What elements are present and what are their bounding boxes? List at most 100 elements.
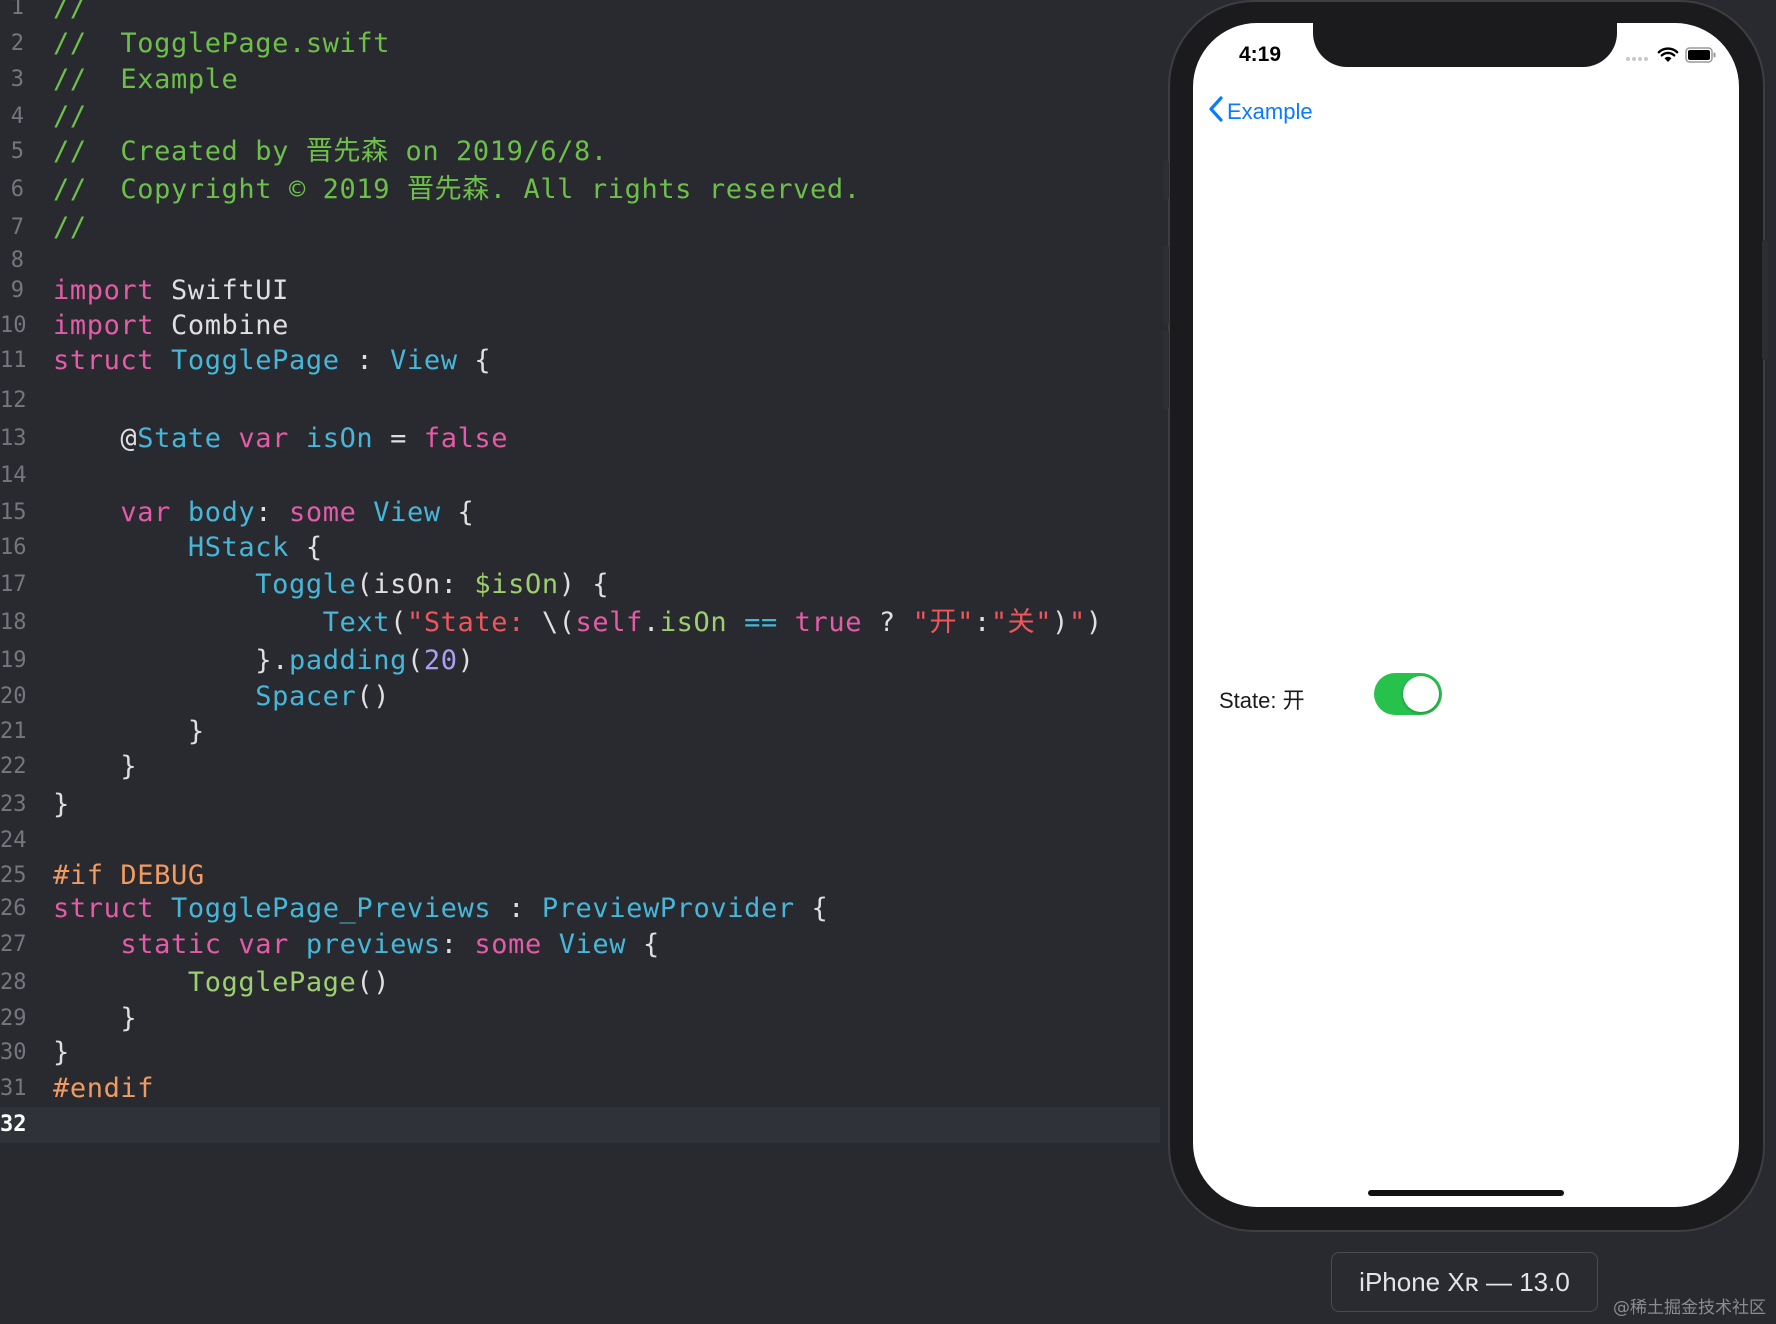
code-text: @State var isOn = false	[53, 421, 508, 457]
simulator-screen[interactable]: 4:19 Example State: 开	[1193, 23, 1739, 1207]
code-line[interactable]: 23}	[0, 787, 1160, 823]
code-text: // Copyright © 2019 晋先森. All rights rese…	[53, 172, 861, 208]
code-line[interactable]: 9 import SwiftUI	[0, 273, 1160, 309]
toggle-knob	[1403, 676, 1439, 712]
code-line[interactable]: 2 // TogglePage.swift	[0, 26, 1160, 62]
code-token: (	[406, 645, 424, 676]
code-line[interactable]: 6 // Copyright © 2019 晋先森. All rights res…	[0, 172, 1160, 208]
code-line[interactable]: 16 HStack {	[0, 530, 1160, 566]
line-number: 14	[0, 463, 27, 488]
code-line[interactable]: 29 }	[0, 1001, 1160, 1037]
code-line[interactable]: 5 // Created by 晋先森 on 2019/6/8.	[0, 134, 1160, 170]
side-button-right	[1762, 240, 1768, 360]
code-line[interactable]: 32	[0, 1107, 1160, 1143]
code-text: #if DEBUG	[53, 858, 205, 894]
code-line[interactable]: 10 import Combine	[0, 308, 1160, 344]
line-number: 23	[0, 792, 27, 817]
line-number: 3	[10, 67, 24, 92]
code-line[interactable]: 17 Toggle(isOn: $isOn) {	[0, 567, 1160, 603]
code-token: 20	[423, 645, 458, 676]
line-number: 2	[10, 31, 24, 56]
code-token: State	[137, 423, 222, 454]
code-editor[interactable]: 1 // 2 // TogglePage.swift 3 // Example 4 // 5 //…	[0, 0, 1160, 1324]
code-line[interactable]: 18 Text("State: \(self.isOn == true ? "开…	[0, 605, 1160, 641]
code-token: TogglePage	[171, 345, 340, 376]
code-token: View	[373, 497, 441, 528]
code-line[interactable]: 27 static var previews: some View {	[0, 927, 1160, 963]
code-token: // Example	[53, 64, 239, 95]
line-number: 9	[10, 278, 24, 303]
code-line[interactable]: 21 }	[0, 714, 1160, 750]
code-line[interactable]: 28 TogglePage()	[0, 965, 1160, 1001]
code-text: //	[53, 210, 87, 246]
code-text: }	[53, 749, 137, 785]
preview-device-label[interactable]: iPhone Xʀ — 13.0	[1331, 1252, 1598, 1312]
code-token: isOn	[659, 607, 728, 638]
side-button-left	[1163, 330, 1169, 410]
code-token: PreviewProvider	[541, 893, 795, 924]
code-line[interactable]: 14	[0, 458, 1160, 494]
line-number: 6	[10, 177, 24, 202]
line-number: 7	[10, 215, 24, 240]
code-line[interactable]: 25 #if DEBUG	[0, 858, 1160, 894]
line-number: 27	[0, 932, 27, 957]
code-token: }.	[53, 645, 289, 676]
code-text: }	[53, 787, 70, 823]
notch	[1313, 23, 1617, 67]
code-text: struct TogglePage_Previews : PreviewProv…	[53, 891, 828, 927]
code-text: #endif	[53, 1071, 154, 1107]
code-token: {	[794, 893, 829, 924]
home-indicator	[1368, 1190, 1564, 1196]
code-text: import SwiftUI	[53, 273, 289, 309]
code-line[interactable]: 24	[0, 823, 1160, 859]
line-number: 32	[0, 1112, 27, 1137]
line-number: 16	[0, 535, 27, 560]
code-line[interactable]: 19 }.padding(20)	[0, 643, 1160, 679]
code-line[interactable]: 30}	[0, 1035, 1160, 1071]
line-number: 4	[10, 104, 24, 129]
code-token: padding	[288, 645, 407, 676]
code-token: {	[288, 532, 323, 563]
line-number: 19	[0, 648, 27, 673]
code-line[interactable]: 20 Spacer()	[0, 679, 1160, 715]
code-token: @	[53, 423, 138, 454]
code-line[interactable]: 1 //	[0, 0, 1160, 26]
code-line[interactable]: 22 }	[0, 749, 1160, 785]
code-token: SwiftUI	[154, 275, 289, 306]
code-text: }.padding(20)	[53, 643, 474, 679]
code-token: //	[53, 0, 87, 23]
code-line[interactable]: 26 struct TogglePage_Previews : PreviewPr…	[0, 891, 1160, 927]
code-line[interactable]: 31 #endif	[0, 1071, 1160, 1107]
back-button[interactable]: Example	[1207, 95, 1313, 129]
code-token: HStack	[187, 532, 289, 563]
code-token: true	[794, 607, 863, 638]
code-token: var	[120, 497, 171, 528]
code-line[interactable]: 13 @State var isOn = false	[0, 421, 1160, 457]
code-token: {	[440, 497, 475, 528]
code-line[interactable]: 12	[0, 383, 1160, 419]
code-text: }	[53, 714, 205, 750]
code-token: (	[390, 607, 407, 638]
code-token: //	[53, 212, 87, 243]
code-token: :	[339, 345, 391, 376]
code-token: $isOn	[474, 569, 559, 600]
code-line[interactable]: 7 //	[0, 210, 1160, 246]
side-button-left	[1163, 245, 1169, 325]
code-line[interactable]: 3 // Example	[0, 62, 1160, 98]
code-token: "	[1069, 607, 1086, 638]
code-token: Toggle	[255, 569, 357, 600]
state-toggle-switch[interactable]	[1374, 673, 1442, 715]
code-line[interactable]: 15 var body: some View {	[0, 495, 1160, 531]
code-token: false	[423, 423, 509, 454]
code-line[interactable]: 11 struct TogglePage : View {	[0, 343, 1160, 379]
code-text: // TogglePage.swift	[53, 26, 390, 62]
code-token: =	[373, 423, 424, 454]
code-line[interactable]: 4 //	[0, 99, 1160, 135]
